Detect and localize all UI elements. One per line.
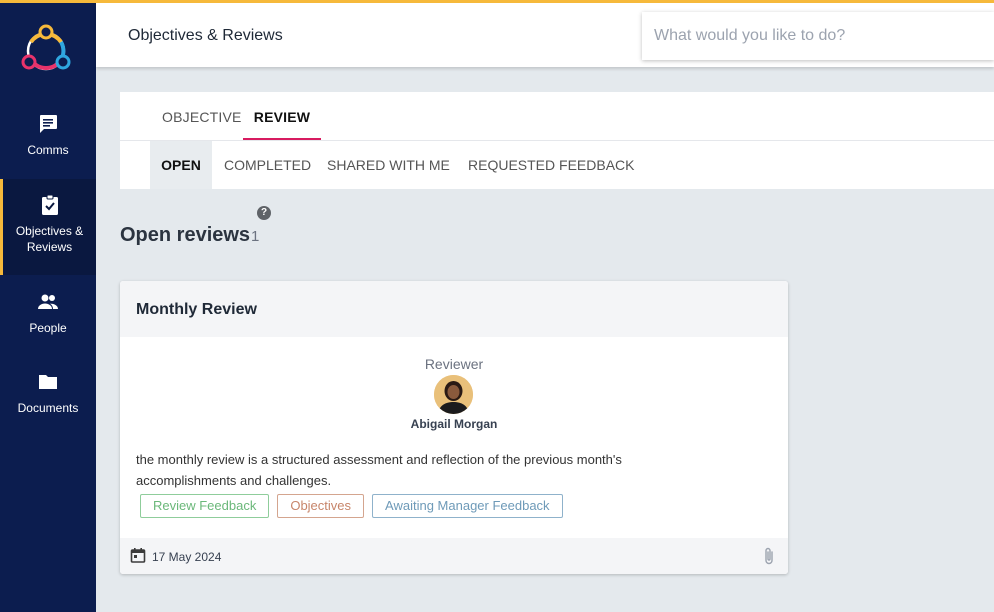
sidebar-item-people[interactable]: People xyxy=(0,290,96,348)
chat-icon xyxy=(40,115,57,133)
tag-awaiting-manager-feedback[interactable]: Awaiting Manager Feedback xyxy=(372,494,563,518)
sub-tabs: OPEN COMPLETED SHARED WITH ME REQUESTED … xyxy=(120,141,994,189)
subtab-shared-with-me[interactable]: SHARED WITH ME xyxy=(327,141,450,189)
section-title: Open reviews xyxy=(120,224,251,246)
sidebar-item-label: Documents xyxy=(17,401,79,415)
main-tabs: OBJECTIVE REVIEW xyxy=(120,92,994,141)
logo-icon xyxy=(21,24,71,71)
app-logo[interactable] xyxy=(17,20,75,78)
card-header: Monthly Review xyxy=(120,281,788,337)
calendar-icon xyxy=(130,548,146,563)
review-description: the monthly review is a structured asses… xyxy=(136,452,622,488)
page-title: Objectives & Reviews xyxy=(128,27,283,44)
card-footer: 17 May 2024 xyxy=(120,538,788,574)
reviewer-label: Reviewer xyxy=(424,356,484,372)
search-box[interactable] xyxy=(642,12,994,60)
folder-icon xyxy=(39,375,57,389)
tag-review-feedback[interactable]: Review Feedback xyxy=(140,494,270,518)
review-date: 17 May 2024 xyxy=(152,550,222,564)
clipboard-check-icon xyxy=(41,194,58,215)
top-accent-bar xyxy=(0,0,994,3)
sidebar-item-label: Comms xyxy=(27,143,69,157)
tab-objective[interactable]: OBJECTIVE xyxy=(162,92,242,140)
sidebar: Comms Objectives & Reviews People Docume… xyxy=(0,0,96,612)
review-card[interactable]: Monthly Review Reviewer Abigail Morgan t… xyxy=(120,281,788,574)
sidebar-item-label: People xyxy=(29,321,67,335)
app-header: Objectives & Reviews xyxy=(96,3,994,67)
help-icon[interactable]: ? xyxy=(257,206,271,220)
sidebar-item-label: Objectives & Reviews xyxy=(15,224,84,254)
avatar[interactable] xyxy=(434,375,473,414)
section-count: 1 xyxy=(251,228,260,245)
avatar-image xyxy=(434,375,473,414)
subtab-requested-feedback[interactable]: REQUESTED FEEDBACK xyxy=(468,141,634,189)
tab-review[interactable]: REVIEW xyxy=(243,92,321,140)
people-icon xyxy=(38,294,58,309)
reviewer-name: Abigail Morgan xyxy=(410,417,498,431)
tag-list: Review Feedback Objectives Awaiting Mana… xyxy=(140,494,563,518)
paperclip-icon[interactable] xyxy=(762,546,776,566)
search-input[interactable] xyxy=(654,27,994,45)
subtab-completed[interactable]: COMPLETED xyxy=(224,141,311,189)
sidebar-item-objectives-reviews[interactable]: Objectives & Reviews xyxy=(0,179,96,275)
subtab-open[interactable]: OPEN xyxy=(150,141,212,189)
tabs-panel: OBJECTIVE REVIEW OPEN COMPLETED SHARED W… xyxy=(120,92,994,189)
tag-objectives[interactable]: Objectives xyxy=(277,494,365,518)
sidebar-item-documents[interactable]: Documents xyxy=(0,370,96,428)
card-title: Monthly Review xyxy=(136,301,257,318)
sidebar-item-comms[interactable]: Comms xyxy=(0,112,96,170)
